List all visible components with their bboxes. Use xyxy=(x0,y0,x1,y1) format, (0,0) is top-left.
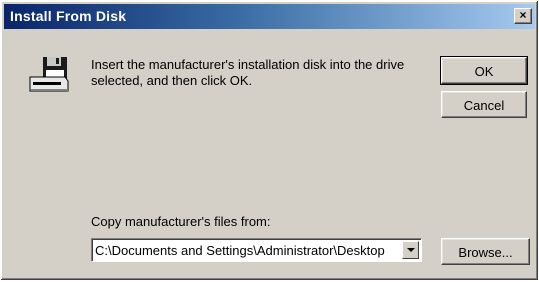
chevron-down-icon[interactable] xyxy=(402,241,419,259)
floppy-disk-drive-icon xyxy=(29,57,69,92)
browse-button[interactable]: Browse... xyxy=(441,238,530,265)
source-path-value[interactable]: C:\Documents and Settings\Administrator\… xyxy=(95,243,399,258)
ok-button[interactable]: OK xyxy=(440,56,528,85)
cancel-button[interactable]: Cancel xyxy=(441,91,527,118)
window-title: Install From Disk xyxy=(10,8,127,24)
source-path-combobox[interactable]: C:\Documents and Settings\Administrator\… xyxy=(91,238,422,262)
title-bar[interactable]: Install From Disk × xyxy=(4,4,535,29)
close-button[interactable]: × xyxy=(514,8,532,24)
install-from-disk-dialog: Install From Disk × Insert the manufactu… xyxy=(0,0,539,281)
instruction-text: Insert the manufacturer's installation d… xyxy=(91,57,405,88)
copy-files-label: Copy manufacturer's files from: xyxy=(91,214,271,229)
